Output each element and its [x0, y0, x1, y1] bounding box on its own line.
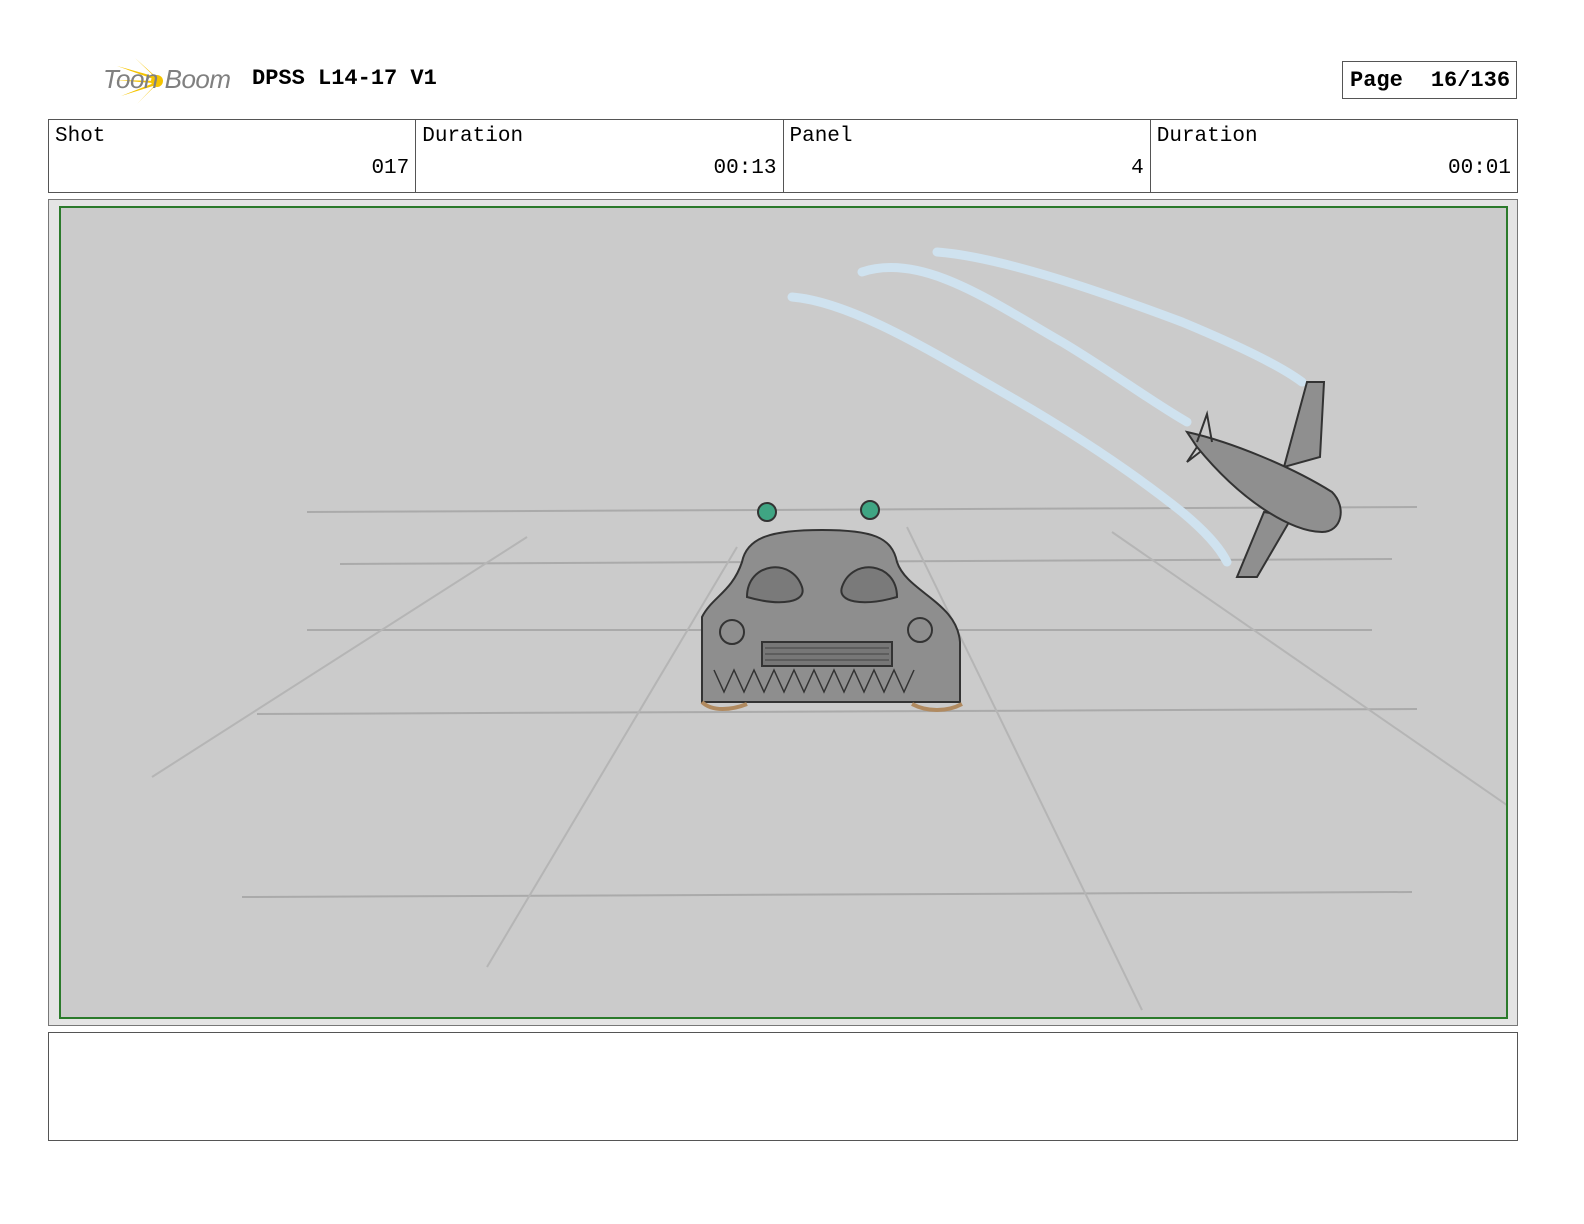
shot-info-table: Shot 017 Duration 00:13 Panel 4 Duration…	[48, 119, 1518, 193]
page-label: Page	[1350, 67, 1403, 93]
panel-value: 4	[1131, 157, 1144, 180]
page-value: 16/136	[1430, 67, 1511, 93]
logo-text: Toon Boom	[103, 64, 231, 94]
shot-duration-cell: Duration 00:13	[416, 120, 784, 192]
monster-car-sketch	[700, 500, 963, 712]
panel-cell: Panel 4	[784, 120, 1151, 192]
shot-duration-label: Duration	[422, 125, 524, 148]
panel-duration-label: Duration	[1156, 125, 1258, 148]
panel-label: Panel	[789, 125, 853, 148]
shot-label: Shot	[55, 125, 106, 148]
panel-duration-value: 00:01	[1447, 157, 1511, 180]
diving-plane-sketch	[1184, 381, 1342, 578]
page-indicator: Page 16/136	[1342, 61, 1517, 99]
shot-duration-value: 00:13	[713, 157, 777, 180]
project-title: DPSS L14-17 V1	[252, 66, 437, 91]
panel-duration-cell: Duration 00:01	[1151, 120, 1517, 192]
shot-cell: Shot 017	[49, 120, 417, 192]
storyboard-panel-image	[59, 206, 1508, 1019]
shot-value: 017	[371, 157, 410, 180]
storyboard-sketch	[151, 247, 1506, 1011]
panel-notes-area	[48, 1032, 1518, 1141]
